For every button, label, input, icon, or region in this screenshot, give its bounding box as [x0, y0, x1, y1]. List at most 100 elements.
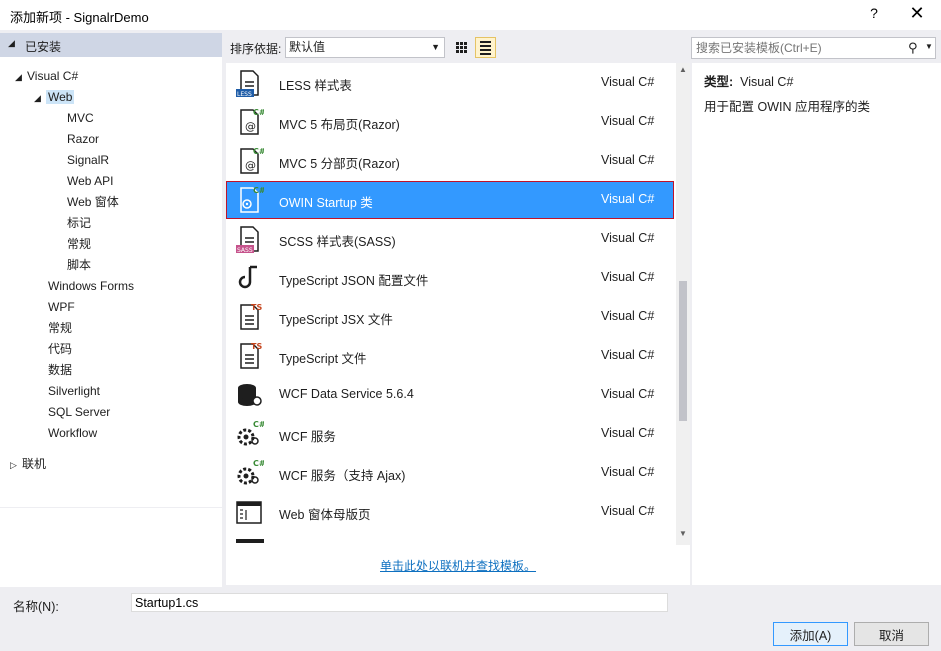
- name-label-text: 名称: [13, 600, 39, 614]
- template-item[interactable]: C# OWIN Startup 类 Visual C#: [226, 181, 674, 219]
- template-name: MVC 5 分部页(Razor): [279, 157, 400, 171]
- template-item[interactable]: WCF Data Service 5.6.4 Visual C#: [226, 376, 674, 414]
- template-item[interactable]: SASS SCSS 样式表(SASS) Visual C#: [226, 220, 674, 258]
- tree-node-general[interactable]: 常规: [67, 234, 91, 254]
- tree-node-label: Workflow: [48, 426, 98, 440]
- tree-node-mvc[interactable]: MVC: [67, 108, 94, 128]
- list-view-button[interactable]: [475, 37, 496, 58]
- razor-partial-icon: @ C#: [234, 146, 266, 176]
- ts-file-icon: TS: [234, 341, 264, 371]
- template-item[interactable]: @ C# MVC 5 布局页(Razor) Visual C#: [226, 103, 674, 141]
- scroll-thumb[interactable]: [679, 281, 687, 421]
- tree-node-scripts[interactable]: 脚本: [67, 255, 91, 275]
- tree-node-label: 常规: [48, 321, 73, 335]
- template-language: Visual C#: [601, 465, 655, 479]
- svg-text:TS: TS: [251, 342, 262, 351]
- tree-node-visual-csharp[interactable]: ◢ Visual C#: [15, 66, 78, 86]
- tree-node-general-2[interactable]: 常规: [48, 318, 72, 338]
- owin-startup-icon: C#: [234, 185, 266, 215]
- template-name: LESS 样式表: [279, 79, 352, 93]
- template-item[interactable]: TS TypeScript 文件 Visual C#: [226, 337, 674, 375]
- tree-node-label: 标记: [67, 216, 92, 230]
- template-name: WCF 服务: [279, 430, 336, 444]
- sort-label: 排序依据:: [230, 42, 282, 56]
- search-icon[interactable]: ⚲: [908, 40, 918, 56]
- tree-node-label: 代码: [48, 342, 73, 356]
- tree-node-label: SQL Server: [48, 405, 111, 419]
- svg-text:TS: TS: [251, 303, 262, 312]
- template-language: Visual C#: [601, 153, 655, 167]
- help-button[interactable]: ?: [866, 5, 882, 21]
- add-button[interactable]: 添加(A): [773, 622, 848, 646]
- svg-text:SASS: SASS: [237, 247, 253, 254]
- tree-node-data[interactable]: 数据: [48, 360, 72, 380]
- tree-node-wpf[interactable]: WPF: [48, 297, 75, 317]
- template-name: WCF 服务（支持 Ajax): [279, 469, 406, 483]
- cancel-button[interactable]: 取消: [854, 622, 929, 646]
- tree-node-label: Visual C#: [27, 69, 79, 83]
- template-name: OWIN Startup 类: [279, 196, 373, 210]
- tree-node-razor[interactable]: Razor: [67, 129, 99, 149]
- template-item[interactable]: @ C# MVC 5 分部页(Razor) Visual C#: [226, 142, 674, 180]
- sass-file-icon: SASS: [234, 224, 264, 254]
- tree-node-web[interactable]: ◢ Web: [34, 87, 75, 108]
- template-name: SCSS 样式表(SASS): [279, 235, 396, 249]
- tree-node-markup[interactable]: 标记: [67, 213, 91, 233]
- tree-node-web-api[interactable]: Web API: [67, 171, 113, 191]
- sort-value: 默认值: [289, 40, 326, 54]
- expand-arrow-icon[interactable]: ◢: [34, 88, 46, 108]
- sort-dropdown[interactable]: 默认值 ▼: [285, 37, 445, 58]
- svg-text:C#: C#: [253, 108, 264, 117]
- tree-node-label: Web API: [67, 174, 114, 188]
- svg-text:C#: C#: [253, 147, 264, 156]
- tree-node-windows-forms[interactable]: Windows Forms: [48, 276, 134, 296]
- template-item[interactable]: TS TypeScript JSX 文件 Visual C#: [226, 298, 674, 336]
- chevron-down-icon: ▼: [431, 42, 440, 52]
- svg-text:C#: C#: [253, 420, 264, 429]
- template-type: 类型: Visual C#: [704, 71, 793, 90]
- template-name: MVC 5 布局页(Razor): [279, 118, 400, 132]
- tree-node-workflow[interactable]: Workflow: [48, 423, 97, 443]
- template-list: LESS LESS 样式表 Visual C# @ C# MVC 5 布局页(Razor)…: [226, 63, 690, 585]
- template-name: TypeScript JSON 配置文件: [279, 274, 429, 288]
- name-field[interactable]: [131, 593, 668, 612]
- template-item[interactable]: C# WCF 服务（支持 Ajax) Visual C#: [226, 454, 674, 492]
- tree-node-label: MVC: [67, 111, 94, 125]
- chevron-down-icon[interactable]: ▼: [925, 42, 933, 51]
- tree-node-online[interactable]: ▷ 联机: [10, 454, 46, 474]
- search-input[interactable]: [692, 38, 902, 58]
- razor-layout-icon: @ C#: [234, 107, 266, 137]
- template-item[interactable]: Web 窗体母版页 Visual C#: [226, 493, 674, 531]
- tree-node-sql-server[interactable]: SQL Server: [48, 402, 110, 422]
- small-icons-view-button[interactable]: [451, 37, 472, 58]
- tree-node-code[interactable]: 代码: [48, 339, 72, 359]
- collapse-arrow-icon[interactable]: ◢: [8, 38, 15, 49]
- wcf-service-icon: C#: [234, 419, 266, 449]
- template-category-tree: ◢ Visual C# ◢ Web MVC Razor SignalR Web AP…: [0, 57, 222, 587]
- installed-header[interactable]: ◢ 已安装: [0, 33, 222, 57]
- find-templates-online-link[interactable]: 单击此处以联机并查找模板。: [380, 557, 536, 574]
- tree-node-web-forms[interactable]: Web 窗体: [67, 192, 119, 212]
- template-item[interactable]: C# WCF 服务 Visual C#: [226, 415, 674, 453]
- type-label: 类型:: [704, 75, 734, 89]
- tree-node-label: 联机: [22, 457, 47, 471]
- scroll-down-icon[interactable]: ▼: [679, 529, 687, 538]
- expand-arrow-icon[interactable]: ▷: [10, 455, 22, 475]
- tree-node-signalr[interactable]: SignalR: [67, 150, 109, 170]
- data-service-icon: [234, 380, 264, 410]
- template-name: TypeScript 文件: [279, 352, 367, 366]
- tree-node-silverlight[interactable]: Silverlight: [48, 381, 100, 401]
- search-box[interactable]: ⚲ ▼: [691, 37, 936, 59]
- vertical-scrollbar[interactable]: ▲ ▼: [676, 63, 690, 545]
- expand-arrow-icon[interactable]: ◢: [15, 67, 27, 87]
- installed-label: 已安装: [25, 40, 62, 54]
- ts-json-icon: [234, 263, 264, 293]
- template-item[interactable]: LESS LESS 样式表 Visual C#: [226, 64, 674, 102]
- close-button[interactable]: ✕: [906, 3, 928, 24]
- template-language: Visual C#: [601, 270, 655, 284]
- type-value: Visual C#: [740, 75, 794, 89]
- tree-node-label: Silverlight: [48, 384, 101, 398]
- tree-node-label: Web 窗体: [67, 195, 119, 209]
- scroll-up-icon[interactable]: ▲: [679, 65, 687, 74]
- template-item[interactable]: TypeScript JSON 配置文件 Visual C#: [226, 259, 674, 297]
